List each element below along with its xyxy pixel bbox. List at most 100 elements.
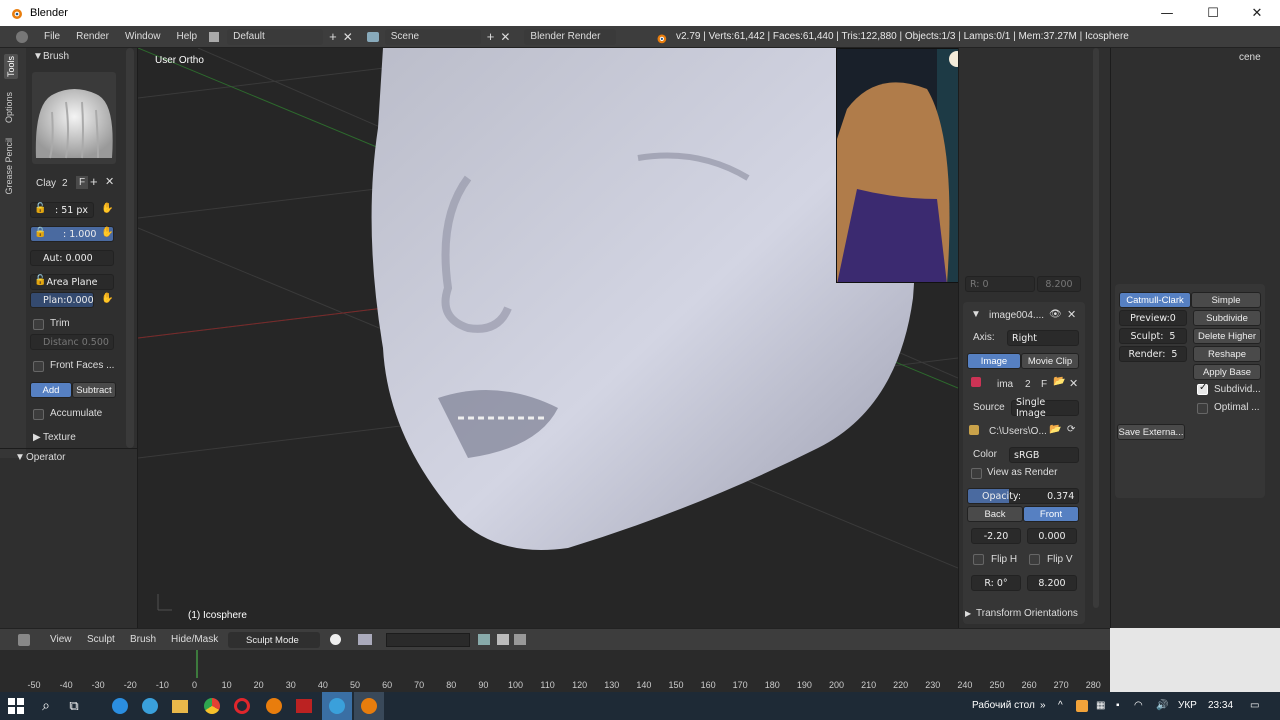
lock-icon[interactable]: 🔒 (34, 227, 46, 238)
source-dropdown[interactable]: Single Image (1011, 397, 1079, 419)
wifi-icon[interactable]: ◠ (1134, 692, 1143, 720)
menu-view[interactable]: View (50, 634, 72, 645)
flip-h-checkbox[interactable] (973, 554, 984, 565)
opacity-slider[interactable]: Opacity: 0.374 (967, 488, 1079, 504)
scene-dropdown[interactable]: Scene (384, 28, 481, 45)
menu-sculpt[interactable]: Sculpt (87, 634, 115, 645)
menu-render[interactable]: Render (76, 31, 109, 42)
trim-checkbox[interactable] (33, 319, 44, 330)
windows-start-icon[interactable] (6, 696, 26, 716)
toolbar-expand-icon[interactable]: » (1040, 692, 1046, 720)
current-frame-indicator[interactable] (196, 650, 198, 678)
render-levels-field[interactable]: Render: 5 (1119, 346, 1187, 362)
delete-layout-icon[interactable]: ✕ (343, 30, 353, 44)
offset-y-field[interactable]: 0.000 (1027, 528, 1077, 544)
axis-dropdown[interactable]: Right (1007, 330, 1079, 346)
transform-orientations-header[interactable]: Transform Orientations (976, 608, 1078, 619)
catmull-clark-button[interactable]: Catmull-Clark (1119, 292, 1191, 308)
layers-widget[interactable] (386, 633, 470, 647)
back-button[interactable]: Back (967, 506, 1023, 522)
brush-panel-toggle-icon[interactable]: ▼ (33, 51, 43, 62)
opengl-render-icon[interactable] (497, 634, 509, 645)
screen-layout-icon[interactable] (209, 31, 220, 42)
operator-panel-toggle-icon[interactable]: ▼ (15, 452, 25, 463)
add-direction-button[interactable]: Add (30, 382, 72, 398)
subdivide-button[interactable]: Subdivide (1193, 310, 1261, 326)
search-icon[interactable]: ⌕ (36, 696, 56, 716)
tab-image[interactable]: Image (967, 353, 1021, 369)
image-filepath[interactable]: C:\Users\O... (989, 426, 1047, 437)
brush-fake-user[interactable]: F (76, 176, 89, 189)
screen-layout-dropdown[interactable]: Default (227, 28, 324, 45)
desktop-toolbar[interactable]: Рабочий стол (972, 692, 1035, 720)
video-player-icon[interactable] (294, 696, 314, 716)
file-explorer-icon[interactable] (170, 696, 190, 716)
mode-dropdown[interactable]: Sculpt Mode (228, 632, 320, 648)
view-as-render-checkbox[interactable] (971, 468, 982, 479)
timeline[interactable]: -50 -40 -30 -20 -10 0 10 20 30 40 50 60 70 80 90 100 110… (0, 650, 1110, 692)
open-folder-icon[interactable]: 📂 (1053, 376, 1065, 387)
subdivide-uvs-checkbox[interactable]: ✓ (1197, 382, 1208, 395)
delete-brush-icon[interactable]: ✕ (105, 175, 114, 188)
tool-shelf-scrollbar[interactable] (126, 48, 134, 448)
texture-panel-toggle-icon[interactable]: ▶ (33, 432, 41, 443)
rotation-field[interactable]: R: 0° (971, 575, 1021, 591)
brush-preview[interactable] (32, 72, 116, 164)
remove-image-icon[interactable]: ✕ (1067, 308, 1076, 321)
image-browse-icon[interactable] (971, 377, 981, 387)
menu-brush[interactable]: Brush (130, 634, 156, 645)
tab-tools[interactable]: Tools (4, 54, 18, 80)
accumulate-checkbox[interactable] (33, 409, 44, 420)
scene-tab-label[interactable]: cene (1239, 52, 1261, 63)
size-field[interactable]: 8.200 (1027, 575, 1077, 591)
flip-v-checkbox[interactable] (1029, 554, 1040, 565)
image-toggle-icon[interactable]: ▼ (971, 309, 981, 320)
menu-file[interactable]: File (44, 31, 60, 42)
clock-time[interactable]: 23:34 (1208, 692, 1233, 720)
partial-size-field[interactable]: 8.200 (1037, 276, 1081, 292)
subtract-direction-button[interactable]: Subtract (72, 382, 116, 398)
tab-grease-pencil[interactable]: Grease Pencil (4, 138, 14, 195)
info-editor-icon[interactable] (16, 30, 28, 43)
tray-overflow-icon[interactable]: ^ (1058, 692, 1063, 720)
pressure-icon[interactable]: ✋ (101, 293, 113, 304)
volume-icon[interactable]: 🔊 (1156, 692, 1168, 720)
minimize-button[interactable]: — (1144, 0, 1190, 26)
maximize-button[interactable]: ☐ (1190, 0, 1236, 26)
task-view-icon[interactable]: ⧉ (64, 696, 84, 716)
operator-panel-header[interactable]: Operator (26, 452, 65, 463)
chrome-icon[interactable] (202, 696, 222, 716)
texture-panel-header[interactable]: Texture (43, 432, 76, 443)
keyboard-language[interactable]: УКР (1178, 692, 1197, 720)
tray-app2-icon[interactable]: ▪ (1116, 692, 1120, 720)
menu-window[interactable]: Window (125, 31, 161, 42)
offset-x-field[interactable]: -2.20 (971, 528, 1021, 544)
reshape-button[interactable]: Reshape (1193, 346, 1261, 362)
trim-distance-field[interactable]: Distanc 0.500 (30, 334, 114, 350)
opengl-animation-icon[interactable] (514, 634, 526, 645)
menu-hide-mask[interactable]: Hide/Mask (171, 634, 218, 645)
telegram-icon[interactable] (140, 696, 160, 716)
partial-rotation-field[interactable]: R: 0 (965, 276, 1035, 292)
editor-type-icon[interactable] (18, 634, 30, 646)
optimal-display-checkbox[interactable] (1197, 403, 1208, 414)
render-layer-icon[interactable] (478, 634, 490, 645)
render-engine-dropdown[interactable]: Blender Render (524, 28, 617, 45)
add-scene-icon[interactable]: + (487, 29, 495, 44)
sculpt-levels-field[interactable]: Sculpt: 5 (1119, 328, 1187, 344)
save-external-button[interactable]: Save Externa... (1117, 424, 1185, 440)
viewport-canvas[interactable] (138, 48, 958, 628)
front-button[interactable]: Front (1023, 506, 1079, 522)
apply-base-button[interactable]: Apply Base (1193, 364, 1261, 380)
lock-icon[interactable]: 🔓 (34, 275, 46, 286)
pivot-icon[interactable] (358, 634, 372, 645)
menu-help[interactable]: Help (177, 31, 198, 42)
properties-scrollbar[interactable] (1093, 48, 1099, 608)
telegram-active-icon[interactable] (322, 692, 352, 720)
plane-offset-field[interactable]: Plan:0.000 (30, 292, 94, 308)
brush-name[interactable]: Clay (36, 178, 56, 189)
blender-taskbar-icon[interactable] (264, 696, 284, 716)
brush-panel-header[interactable]: Brush (43, 51, 69, 62)
opera-icon[interactable] (232, 696, 252, 716)
simple-button[interactable]: Simple (1191, 292, 1261, 308)
